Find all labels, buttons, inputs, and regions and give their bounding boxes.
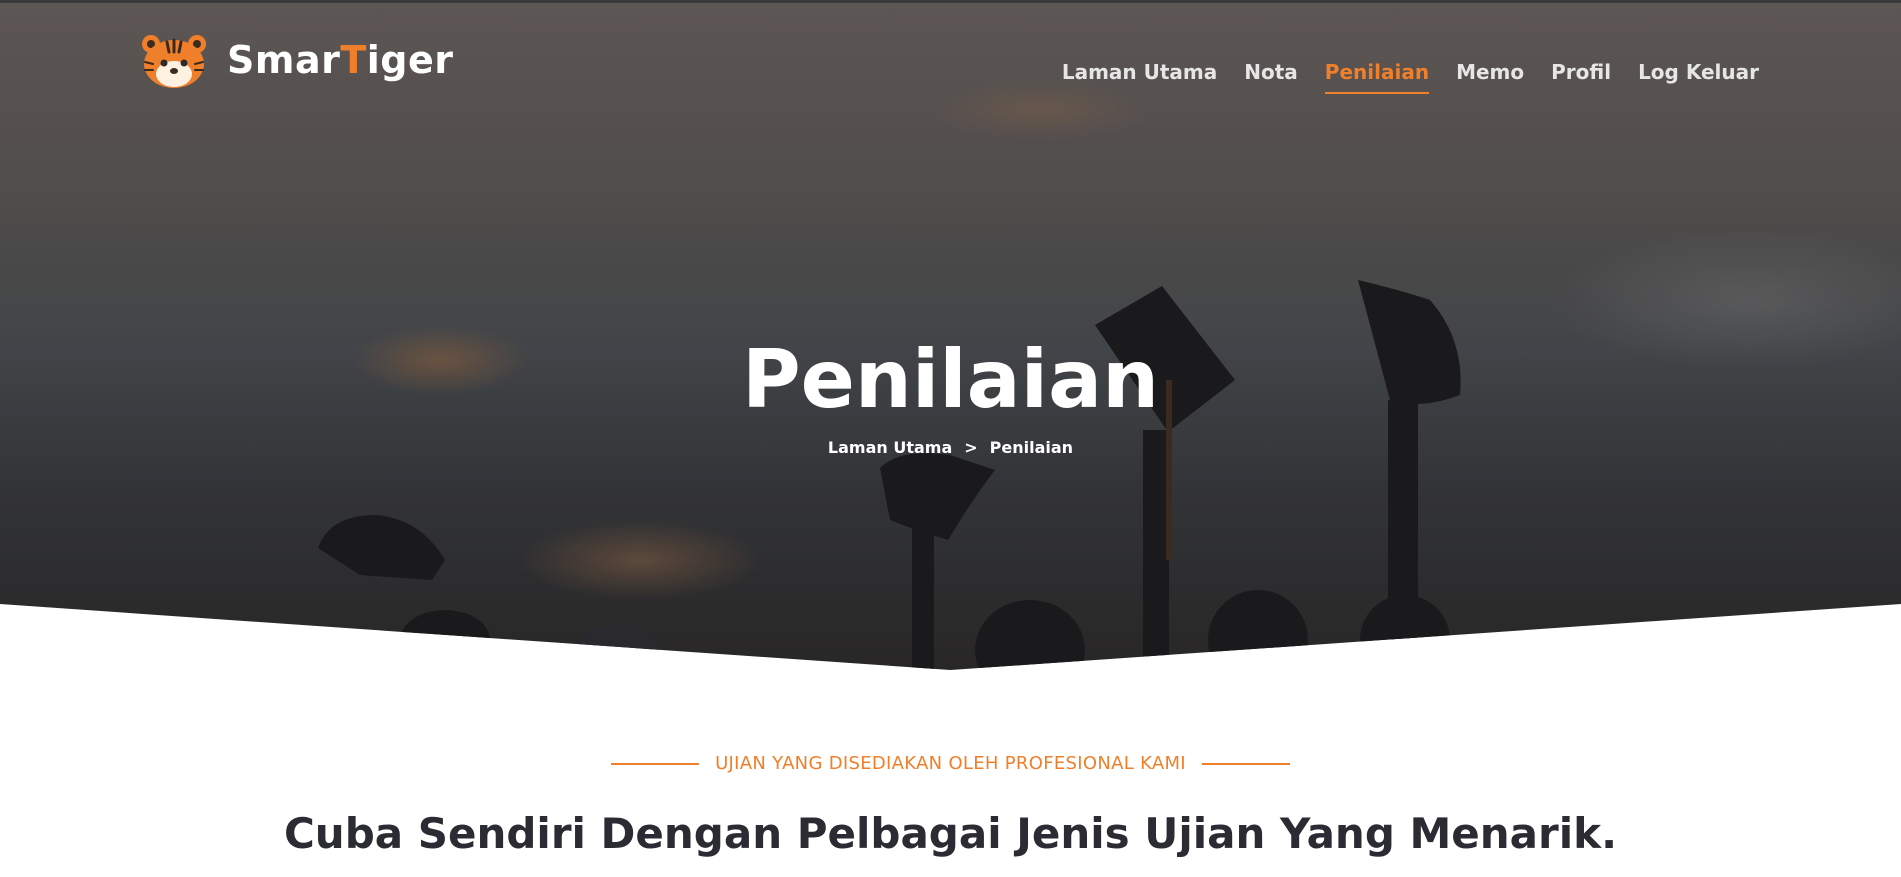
brand-name: SmarTiger: [227, 38, 454, 82]
nav-item-laman-utama[interactable]: Laman Utama: [1062, 60, 1217, 94]
brand-logo[interactable]: SmarTiger: [139, 30, 454, 90]
nav-item-profil[interactable]: Profil: [1551, 60, 1611, 94]
nav-item-log-keluar[interactable]: Log Keluar: [1638, 60, 1759, 94]
tiger-face-icon: [142, 35, 206, 88]
section-subtitle-row: UJIAN YANG DISEDIAKAN OLEH PROFESIONAL K…: [0, 752, 1901, 776]
brand-name-suffix: iger: [366, 38, 454, 82]
page-title: Penilaian: [741, 333, 1160, 426]
breadcrumb-separator: >: [964, 438, 978, 457]
main-nav: Laman Utama Nota Penilaian Memo Profil L…: [1062, 60, 1759, 94]
breadcrumb: Laman Utama > Penilaian: [0, 438, 1901, 457]
nav-item-memo[interactable]: Memo: [1456, 60, 1524, 94]
subtitle-right-line: [1201, 763, 1290, 765]
section-heading: Cuba Sendiri Dengan Pelbagai Jenis Ujian…: [283, 809, 1618, 858]
nav-item-nota[interactable]: Nota: [1244, 60, 1298, 94]
section-subtitle: UJIAN YANG DISEDIAKAN OLEH PROFESIONAL K…: [715, 753, 1186, 774]
top-border: [0, 0, 1901, 3]
breadcrumb-home-link[interactable]: Laman Utama: [828, 438, 952, 457]
subtitle-left-line: [611, 763, 700, 765]
nav-item-penilaian[interactable]: Penilaian: [1324, 60, 1430, 94]
breadcrumb-current: Penilaian: [989, 438, 1074, 457]
brand-name-accent: T: [340, 38, 367, 82]
brand-name-prefix: Smar: [227, 38, 341, 82]
